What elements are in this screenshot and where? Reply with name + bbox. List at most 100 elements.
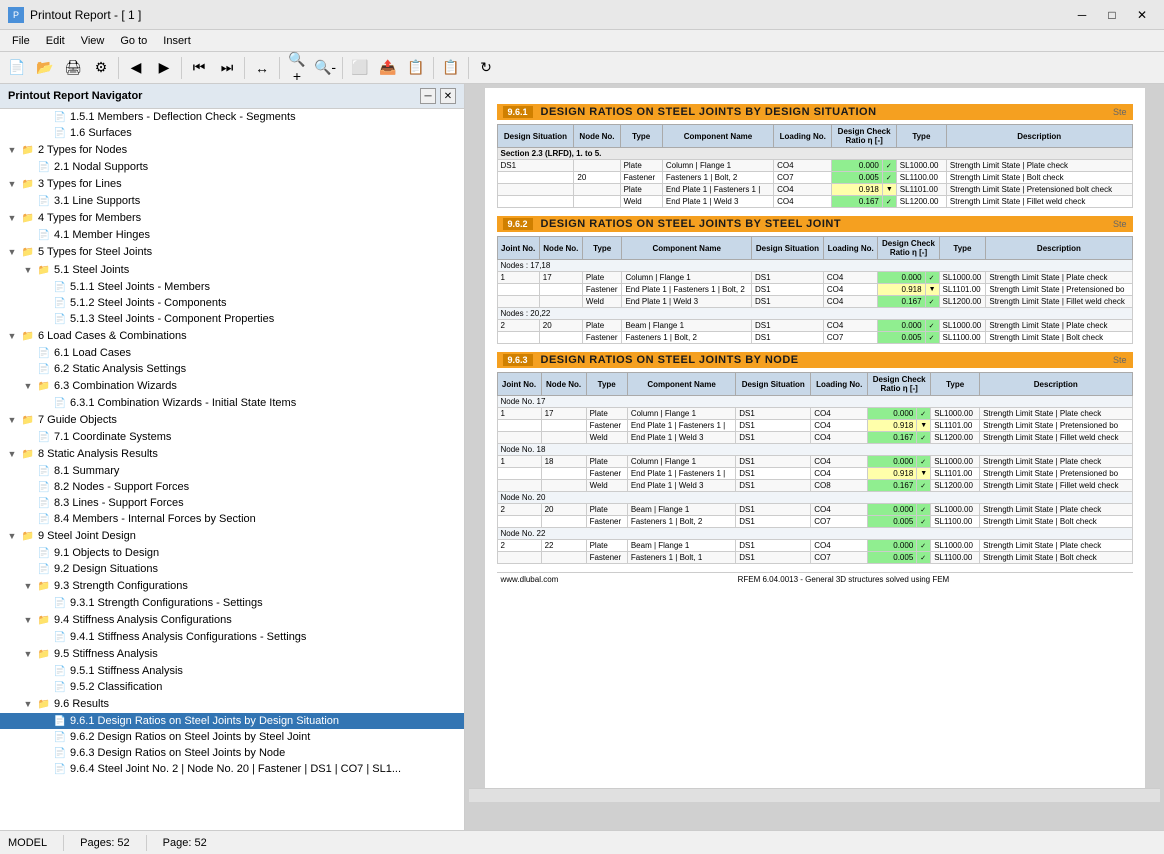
table-row: 117PlateColumn | Flange 1DS1CO40.000✓SL1… [497, 408, 1132, 420]
tree-toggle-7[interactable]: ▼ [4, 412, 20, 428]
tree-item-9[interactable]: ▼📁9 Steel Joint Design [0, 527, 464, 545]
zoom-in-button[interactable]: 🔍+ [284, 55, 310, 81]
export-button[interactable]: 📤 [375, 55, 401, 81]
tree-item-2[interactable]: ▼📁2 Types for Nodes [0, 141, 464, 159]
table-963: Joint No. Node No. Type Component Name D… [497, 372, 1133, 564]
tree-item-9_6_1[interactable]: 📄9.6.1 Design Ratios on Steel Joints by … [0, 713, 464, 729]
tree-item-6_1[interactable]: 📄6.1 Load Cases [0, 345, 464, 361]
title-bar-controls: ─ □ ✕ [1068, 4, 1156, 26]
tree-item-9_5_2[interactable]: 📄9.5.2 Classification [0, 679, 464, 695]
tree-item-2_1[interactable]: 📄2.1 Nodal Supports [0, 159, 464, 175]
filter-button[interactable]: 📋 [403, 55, 429, 81]
tree-item-6_3_1[interactable]: 📄6.3.1 Combination Wizards - Initial Sta… [0, 395, 464, 411]
tree-label-6_2: 6.2 Static Analysis Settings [54, 363, 186, 375]
tree-item-6_3[interactable]: ▼📁6.3 Combination Wizards [0, 377, 464, 395]
th-design-situation: Design Situation [497, 125, 574, 148]
last-page-button[interactable]: ⏭ [214, 55, 240, 81]
tree-item-9_6_4[interactable]: 📄9.6.4 Steel Joint No. 2 | Node No. 20 |… [0, 761, 464, 777]
tree-toggle-9_5[interactable]: ▼ [20, 646, 36, 662]
tree-item-4[interactable]: ▼📁4 Types for Members [0, 209, 464, 227]
tree-toggle-9[interactable]: ▼ [4, 528, 20, 544]
tree-item-9_5_1[interactable]: 📄9.5.1 Stiffness Analysis [0, 663, 464, 679]
tree-item-1_6[interactable]: 📄1.6 Surfaces [0, 125, 464, 141]
minimize-button[interactable]: ─ [1068, 4, 1096, 26]
th962-joint: Joint No. [497, 237, 539, 260]
new-button[interactable]: 📄 [4, 55, 30, 81]
th963-loading: Loading No. [811, 373, 868, 396]
tree-label-7: 7 Guide Objects [38, 414, 117, 426]
tree-toggle-3[interactable]: ▼ [4, 176, 20, 192]
close-button[interactable]: ✕ [1128, 4, 1156, 26]
tree-item-8_1[interactable]: 📄8.1 Summary [0, 463, 464, 479]
folder-icon: 📁 [20, 211, 36, 225]
document-icon: 📄 [36, 480, 52, 494]
tree-item-9_6_2[interactable]: 📄9.6.2 Design Ratios on Steel Joints by … [0, 729, 464, 745]
tree-item-6_2[interactable]: 📄6.2 Static Analysis Settings [0, 361, 464, 377]
navigate-button[interactable]: ↔ [249, 55, 275, 81]
tree-item-8_2[interactable]: 📄8.2 Nodes - Support Forces [0, 479, 464, 495]
menu-insert[interactable]: Insert [155, 33, 199, 49]
copy2-button[interactable]: 📋 [438, 55, 464, 81]
document-icon: 📄 [52, 730, 68, 744]
tree-toggle-9_4[interactable]: ▼ [20, 612, 36, 628]
toolbar-sep3 [244, 57, 245, 79]
tree-item-9_4_1[interactable]: 📄9.4.1 Stiffness Analysis Configurations… [0, 629, 464, 645]
refresh-button[interactable]: ↻ [473, 55, 499, 81]
menu-file[interactable]: File [4, 33, 38, 49]
first-page-button[interactable]: ⏮ [186, 55, 212, 81]
tree-item-9_6_3[interactable]: 📄9.6.3 Design Ratios on Steel Joints by … [0, 745, 464, 761]
tree-item-1_5_1[interactable]: 📄1.5.1 Members - Deflection Check - Segm… [0, 109, 464, 125]
right-panel[interactable]: 9.6.1 DESIGN RATIOS ON STEEL JOINTS BY D… [465, 84, 1164, 830]
tree-item-5_1_1[interactable]: 📄5.1.1 Steel Joints - Members [0, 279, 464, 295]
menu-view[interactable]: View [73, 33, 113, 49]
th-type: Type [620, 125, 662, 148]
section-962-badge: 9.6.2 [503, 218, 533, 230]
print-button[interactable]: 🖨 [60, 55, 86, 81]
tree-item-7[interactable]: ▼📁7 Guide Objects [0, 411, 464, 429]
tree-item-8_4[interactable]: 📄8.4 Members - Internal Forces by Sectio… [0, 511, 464, 527]
tree-item-9_1[interactable]: 📄9.1 Objects to Design [0, 545, 464, 561]
panel-close-btn[interactable]: ✕ [440, 88, 456, 104]
tree-item-5[interactable]: ▼📁5 Types for Steel Joints [0, 243, 464, 261]
table-row: 220PlateBeam | Flange 1DS1CO40.000✓SL100… [497, 504, 1132, 516]
tree-toggle-5[interactable]: ▼ [4, 244, 20, 260]
tree-label-4: 4 Types for Members [38, 212, 141, 224]
menu-goto[interactable]: Go to [112, 33, 155, 49]
tree-toggle-5_1[interactable]: ▼ [20, 262, 36, 278]
copy-button[interactable]: ⬜ [347, 55, 373, 81]
tree-toggle-9_3[interactable]: ▼ [20, 578, 36, 594]
next-page-button[interactable]: ▶ [151, 55, 177, 81]
tree-item-8[interactable]: ▼📁8 Static Analysis Results [0, 445, 464, 463]
tree-label-3_1: 3.1 Line Supports [54, 195, 140, 207]
properties-button[interactable]: ⚙ [88, 55, 114, 81]
tree-item-9_3[interactable]: ▼📁9.3 Strength Configurations [0, 577, 464, 595]
prev-page-button[interactable]: ◀ [123, 55, 149, 81]
tree-toggle-6[interactable]: ▼ [4, 328, 20, 344]
tree-item-8_3[interactable]: 📄8.3 Lines - Support Forces [0, 495, 464, 511]
maximize-button[interactable]: □ [1098, 4, 1126, 26]
panel-minimize-btn[interactable]: ─ [420, 88, 436, 104]
menu-edit[interactable]: Edit [38, 33, 73, 49]
open-button[interactable]: 📂 [32, 55, 58, 81]
tree-item-9_2[interactable]: 📄9.2 Design Situations [0, 561, 464, 577]
tree-item-7_1[interactable]: 📄7.1 Coordinate Systems [0, 429, 464, 445]
tree-toggle-4[interactable]: ▼ [4, 210, 20, 226]
horizontal-scrollbar[interactable] [469, 788, 1160, 802]
tree-toggle-9_6[interactable]: ▼ [20, 696, 36, 712]
tree-item-9_5[interactable]: ▼📁9.5 Stiffness Analysis [0, 645, 464, 663]
tree-item-6[interactable]: ▼📁6 Load Cases & Combinations [0, 327, 464, 345]
tree-item-9_3_1[interactable]: 📄9.3.1 Strength Configurations - Setting… [0, 595, 464, 611]
tree-item-3_1[interactable]: 📄3.1 Line Supports [0, 193, 464, 209]
tree-item-9_6[interactable]: ▼📁9.6 Results [0, 695, 464, 713]
zoom-out-button[interactable]: 🔍- [312, 55, 338, 81]
tree-container[interactable]: 📄1.5.1 Members - Deflection Check - Segm… [0, 109, 464, 830]
tree-item-9_4[interactable]: ▼📁9.4 Stiffness Analysis Configurations [0, 611, 464, 629]
tree-toggle-8[interactable]: ▼ [4, 446, 20, 462]
tree-item-5_1[interactable]: ▼📁5.1 Steel Joints [0, 261, 464, 279]
tree-item-5_1_2[interactable]: 📄5.1.2 Steel Joints - Components [0, 295, 464, 311]
tree-toggle-2[interactable]: ▼ [4, 142, 20, 158]
tree-item-5_1_3[interactable]: 📄5.1.3 Steel Joints - Component Properti… [0, 311, 464, 327]
tree-toggle-6_3[interactable]: ▼ [20, 378, 36, 394]
tree-item-4_1[interactable]: 📄4.1 Member Hinges [0, 227, 464, 243]
tree-item-3[interactable]: ▼📁3 Types for Lines [0, 175, 464, 193]
